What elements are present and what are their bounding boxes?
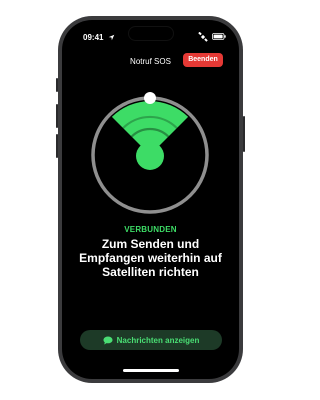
- battery-icon: [212, 33, 226, 40]
- end-button[interactable]: Beenden: [183, 53, 223, 67]
- status-time: 09:41: [83, 33, 104, 42]
- message-bubble-icon: [103, 336, 113, 344]
- volume-up-button: [56, 104, 58, 128]
- connection-status: VERBUNDEN: [124, 225, 177, 234]
- side-button: [243, 116, 245, 152]
- action-button: [56, 78, 58, 92]
- satellite-icon: [198, 32, 208, 42]
- show-messages-label: Nachrichten anzeigen: [116, 335, 200, 345]
- dynamic-island: [129, 27, 173, 40]
- direction-dot: [136, 142, 164, 170]
- instruction-text: Zum Senden und Empfangen weiterhin auf S…: [79, 237, 222, 279]
- volume-down-button: [56, 134, 58, 158]
- satellite-marker: [144, 92, 156, 104]
- satellite-radar: [91, 92, 209, 214]
- location-arrow-icon: [108, 34, 115, 41]
- show-messages-button[interactable]: Nachrichten anzeigen: [80, 330, 222, 350]
- phone-frame: 09:41 Notruf SOS Beenden VERBUNDEN Zum S…: [56, 16, 245, 383]
- home-indicator[interactable]: [123, 369, 179, 372]
- screen: 09:41 Notruf SOS Beenden VERBUNDEN Zum S…: [62, 20, 239, 379]
